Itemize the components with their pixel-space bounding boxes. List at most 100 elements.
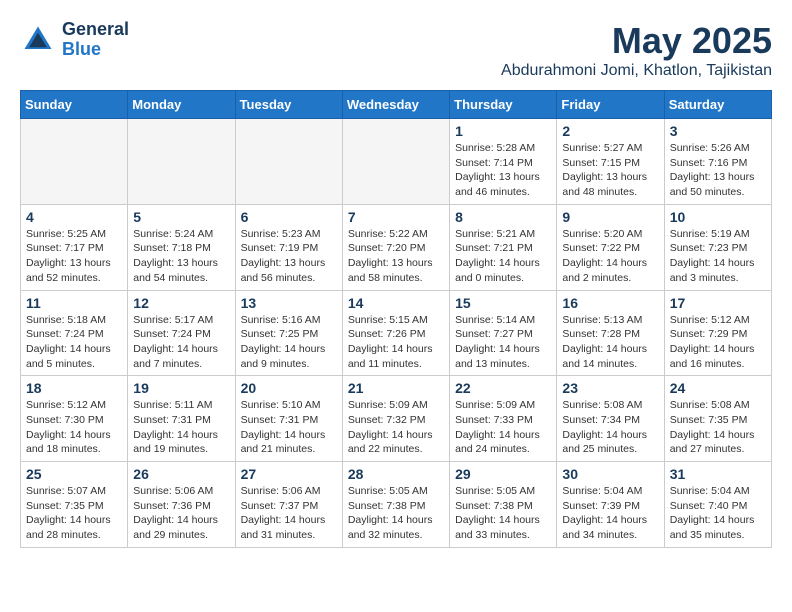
day-info: Sunrise: 5:07 AM Sunset: 7:35 PM Dayligh…: [26, 484, 122, 543]
day-number: 21: [348, 380, 444, 396]
calendar-week-4: 18 Sunrise: 5:12 AM Sunset: 7:30 PM Dayli…: [21, 376, 772, 462]
weekday-header-monday: Monday: [128, 91, 235, 119]
calendar-cell: 22Sunrise: 5:09 AM Sunset: 7:33 PM Dayli…: [450, 376, 557, 462]
calendar-cell: 7 Sunrise: 5:22 AM Sunset: 7:20 PM Daylig…: [342, 204, 449, 290]
calendar-cell: [21, 119, 128, 205]
calendar-cell: 30 Sunrise: 5:04 AM Sunset: 7:39 PM Dayli…: [557, 462, 664, 548]
day-info: Sunrise: 5:05 AM Sunset: 7:38 PM Dayligh…: [348, 484, 444, 543]
day-info: Sunrise: 5:05 AM Sunset: 7:38 PM Dayligh…: [455, 484, 551, 543]
day-number: 18: [26, 380, 122, 396]
location-title: Abdurahmoni Jomi, Khatlon, Tajikistan: [501, 62, 772, 80]
calendar-cell: 4Sunrise: 5:25 AM Sunset: 7:17 PM Daylig…: [21, 204, 128, 290]
day-info: Sunrise: 5:04 AM Sunset: 7:39 PM Dayligh…: [562, 484, 658, 543]
day-info: Sunrise: 5:06 AM Sunset: 7:37 PM Dayligh…: [241, 484, 337, 543]
day-number: 15: [455, 295, 551, 311]
calendar-cell: 5Sunrise: 5:24 AM Sunset: 7:18 PM Daylig…: [128, 204, 235, 290]
calendar-cell: 1 Sunrise: 5:28 AM Sunset: 7:14 PM Daylig…: [450, 119, 557, 205]
day-number: 11: [26, 295, 122, 311]
day-info: Sunrise: 5:06 AM Sunset: 7:36 PM Dayligh…: [133, 484, 229, 543]
day-number: 13: [241, 295, 337, 311]
calendar-cell: 31 Sunrise: 5:04 AM Sunset: 7:40 PM Dayli…: [664, 462, 771, 548]
calendar-cell: 19Sunrise: 5:11 AM Sunset: 7:31 PM Dayli…: [128, 376, 235, 462]
day-number: 30: [562, 466, 658, 482]
day-number: 7: [348, 209, 444, 225]
logo: General Blue: [20, 20, 129, 60]
day-number: 12: [133, 295, 229, 311]
day-info: Sunrise: 5:04 AM Sunset: 7:40 PM Dayligh…: [670, 484, 766, 543]
calendar-week-3: 11 Sunrise: 5:18 AM Sunset: 7:24 PM Dayli…: [21, 290, 772, 376]
calendar-cell: 20 Sunrise: 5:10 AM Sunset: 7:31 PM Dayli…: [235, 376, 342, 462]
calendar-cell: [128, 119, 235, 205]
calendar-cell: 23 Sunrise: 5:08 AM Sunset: 7:34 PM Dayli…: [557, 376, 664, 462]
calendar-cell: 11 Sunrise: 5:18 AM Sunset: 7:24 PM Dayli…: [21, 290, 128, 376]
calendar-cell: 8Sunrise: 5:21 AM Sunset: 7:21 PM Daylig…: [450, 204, 557, 290]
day-number: 23: [562, 380, 658, 396]
calendar-table: SundayMondayTuesdayWednesdayThursdayFrid…: [20, 90, 772, 548]
day-number: 24: [670, 380, 766, 396]
day-info: Sunrise: 5:23 AM Sunset: 7:19 PM Dayligh…: [241, 227, 337, 286]
calendar-cell: 6 Sunrise: 5:23 AM Sunset: 7:19 PM Daylig…: [235, 204, 342, 290]
weekday-header-saturday: Saturday: [664, 91, 771, 119]
calendar-cell: 13 Sunrise: 5:16 AM Sunset: 7:25 PM Dayli…: [235, 290, 342, 376]
calendar-cell: 17Sunrise: 5:12 AM Sunset: 7:29 PM Dayli…: [664, 290, 771, 376]
calendar-cell: [235, 119, 342, 205]
day-number: 3: [670, 123, 766, 139]
day-number: 29: [455, 466, 551, 482]
day-number: 27: [241, 466, 337, 482]
day-info: Sunrise: 5:26 AM Sunset: 7:16 PM Dayligh…: [670, 141, 766, 200]
weekday-header-friday: Friday: [557, 91, 664, 119]
calendar-cell: 9 Sunrise: 5:20 AM Sunset: 7:22 PM Daylig…: [557, 204, 664, 290]
calendar-header-row: SundayMondayTuesdayWednesdayThursdayFrid…: [21, 91, 772, 119]
calendar-week-1: 1 Sunrise: 5:28 AM Sunset: 7:14 PM Daylig…: [21, 119, 772, 205]
calendar-week-5: 25 Sunrise: 5:07 AM Sunset: 7:35 PM Dayli…: [21, 462, 772, 548]
day-number: 1: [455, 123, 551, 139]
page-header: General Blue May 2025 Abdurahmoni Jomi, …: [20, 20, 772, 80]
weekday-header-wednesday: Wednesday: [342, 91, 449, 119]
day-info: Sunrise: 5:27 AM Sunset: 7:15 PM Dayligh…: [562, 141, 658, 200]
calendar-cell: 24 Sunrise: 5:08 AM Sunset: 7:35 PM Dayli…: [664, 376, 771, 462]
calendar-cell: 29 Sunrise: 5:05 AM Sunset: 7:38 PM Dayli…: [450, 462, 557, 548]
day-number: 25: [26, 466, 122, 482]
calendar-week-2: 4Sunrise: 5:25 AM Sunset: 7:17 PM Daylig…: [21, 204, 772, 290]
day-number: 19: [133, 380, 229, 396]
calendar-cell: 18 Sunrise: 5:12 AM Sunset: 7:30 PM Dayli…: [21, 376, 128, 462]
month-title: May 2025: [501, 20, 772, 62]
day-info: Sunrise: 5:08 AM Sunset: 7:35 PM Dayligh…: [670, 398, 766, 457]
calendar-cell: 16Sunrise: 5:13 AM Sunset: 7:28 PM Dayli…: [557, 290, 664, 376]
logo-icon: [20, 22, 56, 58]
calendar-cell: 21 Sunrise: 5:09 AM Sunset: 7:32 PM Dayli…: [342, 376, 449, 462]
day-number: 17: [670, 295, 766, 311]
day-info: Sunrise: 5:28 AM Sunset: 7:14 PM Dayligh…: [455, 141, 551, 200]
calendar-cell: 2 Sunrise: 5:27 AM Sunset: 7:15 PM Daylig…: [557, 119, 664, 205]
weekday-header-thursday: Thursday: [450, 91, 557, 119]
day-number: 14: [348, 295, 444, 311]
day-info: Sunrise: 5:10 AM Sunset: 7:31 PM Dayligh…: [241, 398, 337, 457]
calendar-cell: 15Sunrise: 5:14 AM Sunset: 7:27 PM Dayli…: [450, 290, 557, 376]
weekday-header-sunday: Sunday: [21, 91, 128, 119]
logo-line1: General: [62, 20, 129, 40]
day-number: 10: [670, 209, 766, 225]
weekday-header-tuesday: Tuesday: [235, 91, 342, 119]
logo-line2: Blue: [62, 40, 129, 60]
day-number: 20: [241, 380, 337, 396]
calendar-cell: 28 Sunrise: 5:05 AM Sunset: 7:38 PM Dayli…: [342, 462, 449, 548]
day-info: Sunrise: 5:08 AM Sunset: 7:34 PM Dayligh…: [562, 398, 658, 457]
day-number: 31: [670, 466, 766, 482]
day-number: 26: [133, 466, 229, 482]
day-info: Sunrise: 5:09 AM Sunset: 7:32 PM Dayligh…: [348, 398, 444, 457]
day-info: Sunrise: 5:12 AM Sunset: 7:30 PM Dayligh…: [26, 398, 122, 457]
day-number: 9: [562, 209, 658, 225]
day-number: 5: [133, 209, 229, 225]
day-info: Sunrise: 5:13 AM Sunset: 7:28 PM Dayligh…: [562, 313, 658, 372]
day-number: 2: [562, 123, 658, 139]
day-info: Sunrise: 5:19 AM Sunset: 7:23 PM Dayligh…: [670, 227, 766, 286]
calendar-cell: 10 Sunrise: 5:19 AM Sunset: 7:23 PM Dayli…: [664, 204, 771, 290]
day-number: 28: [348, 466, 444, 482]
day-info: Sunrise: 5:18 AM Sunset: 7:24 PM Dayligh…: [26, 313, 122, 372]
title-block: May 2025 Abdurahmoni Jomi, Khatlon, Taji…: [501, 20, 772, 80]
day-info: Sunrise: 5:20 AM Sunset: 7:22 PM Dayligh…: [562, 227, 658, 286]
day-info: Sunrise: 5:22 AM Sunset: 7:20 PM Dayligh…: [348, 227, 444, 286]
day-number: 6: [241, 209, 337, 225]
calendar-cell: [342, 119, 449, 205]
day-info: Sunrise: 5:16 AM Sunset: 7:25 PM Dayligh…: [241, 313, 337, 372]
